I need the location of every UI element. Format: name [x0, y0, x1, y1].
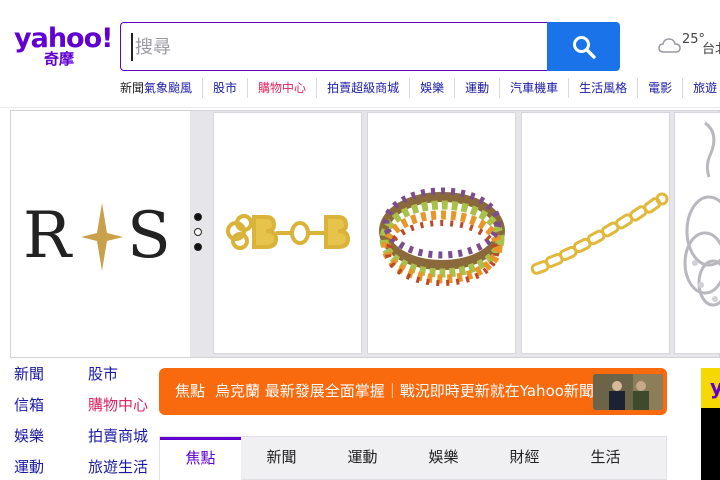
carousel-dot[interactable]	[194, 213, 202, 221]
quick-link[interactable]: 運動	[14, 457, 44, 477]
quick-link[interactable]: 購物中心	[88, 395, 148, 415]
news-photo	[593, 374, 663, 410]
quick-link[interactable]: 信箱	[14, 395, 44, 415]
logo-subtitle: 奇摩	[44, 50, 75, 68]
carousel-dot[interactable]	[194, 243, 202, 251]
gemstone-bracelet-image	[379, 187, 505, 286]
brand-letter-right: S	[127, 199, 171, 273]
nav-item-autos[interactable]: 汽車機車	[499, 78, 568, 98]
quick-links: 新聞 股市 信箱 購物中心 娛樂 拍賣商城 運動 旅遊生活	[14, 362, 154, 480]
star-icon	[81, 203, 123, 271]
nav-item-travel[interactable]: 旅遊	[682, 78, 720, 98]
search-box	[120, 22, 548, 71]
link-row: 新聞 股市	[14, 364, 154, 384]
nav-item-shopping[interactable]: 購物中心	[247, 78, 316, 98]
news-tabs: 焦點 新聞 運動 娛樂 財經 生活	[159, 436, 667, 480]
nav-item-auction[interactable]: 拍賣超級商城	[316, 78, 409, 98]
nav-item-movies[interactable]: 電影	[637, 78, 682, 98]
search-input[interactable]	[131, 33, 531, 61]
site-header: yahoo! 奇摩 25° 台北 新聞氣象颱風股市購物中心拍賣超級商城娛樂運動汽…	[0, 0, 720, 108]
carousel-dots	[194, 213, 206, 255]
nav-prefix: 新聞	[120, 81, 145, 95]
gold-link-bracelet-image	[530, 192, 669, 275]
search-button[interactable]	[547, 22, 620, 71]
tab-entertainment[interactable]: 娛樂	[403, 437, 484, 480]
yahoo-logo[interactable]: yahoo! 奇摩	[14, 24, 113, 70]
quick-link[interactable]: 拍賣商城	[88, 426, 148, 446]
nav-item-entertainment[interactable]: 娛樂	[409, 78, 454, 98]
search-icon	[572, 35, 596, 59]
tab-finance[interactable]: 財經	[484, 437, 565, 480]
tab-news[interactable]: 新聞	[241, 437, 322, 480]
nav-label: 氣象颱風	[144, 81, 193, 95]
weather-city: 台北	[702, 42, 720, 57]
gold-bracelet-image	[226, 214, 351, 250]
carousel-dot[interactable]	[194, 228, 202, 236]
weather-widget[interactable]: 25° 台北	[658, 30, 720, 60]
side-ad[interactable]: y	[701, 368, 720, 480]
tab-sports[interactable]: 運動	[322, 437, 403, 480]
product-card[interactable]	[213, 112, 362, 354]
quick-link[interactable]: 新聞	[14, 364, 44, 384]
yahoo-ad-logo: y	[710, 375, 720, 399]
ad-header: y	[701, 368, 720, 408]
quick-link[interactable]: 旅遊生活	[88, 457, 148, 477]
nav-item-lifestyle[interactable]: 生活風格	[568, 78, 637, 98]
link-row: 信箱 購物中心	[14, 395, 154, 415]
brand-card[interactable]: R S	[11, 111, 190, 357]
tab-focus[interactable]: 焦點	[160, 437, 241, 480]
promo-headline: 烏克蘭 最新發展全面掌握｜戰況即時更新就在Yahoo新聞專題報導	[215, 382, 654, 400]
nav-item-sports[interactable]: 運動	[454, 78, 499, 98]
product-card[interactable]	[674, 112, 720, 354]
yahoo-homepage: yahoo! 奇摩 25° 台北 新聞氣象颱風股市購物中心拍賣超級商城娛樂運動汽…	[0, 0, 720, 480]
brand-letter-left: R	[23, 199, 73, 273]
link-row: 運動 旅遊生活	[14, 457, 154, 477]
tab-lifestyle[interactable]: 生活	[565, 437, 646, 480]
silver-earring-image	[683, 121, 720, 307]
top-nav: 新聞氣象颱風 股市 購物中心 拍賣超級商城 娛樂 運動 汽車機車 生活風格 電影 旅遊	[120, 78, 720, 98]
quick-link[interactable]: 娛樂	[14, 426, 44, 446]
cloud-icon	[658, 38, 681, 53]
link-row: 娛樂 拍賣商城	[14, 426, 154, 446]
promo-tag: 焦點	[175, 382, 206, 400]
nav-item-news-weather[interactable]: 新聞氣象颱風	[120, 78, 202, 98]
nav-item-stocks[interactable]: 股市	[202, 78, 247, 98]
promo-banner[interactable]: 焦點 烏克蘭 最新發展全面掌握｜戰況即時更新就在Yahoo新聞專題報導	[159, 368, 667, 415]
promo-thumbnail	[593, 374, 663, 410]
product-carousel: R S	[10, 110, 720, 358]
product-card[interactable]	[367, 112, 516, 354]
brand-logo: R S	[23, 199, 171, 273]
quick-link[interactable]: 股市	[88, 364, 118, 384]
product-card[interactable]	[521, 112, 670, 354]
